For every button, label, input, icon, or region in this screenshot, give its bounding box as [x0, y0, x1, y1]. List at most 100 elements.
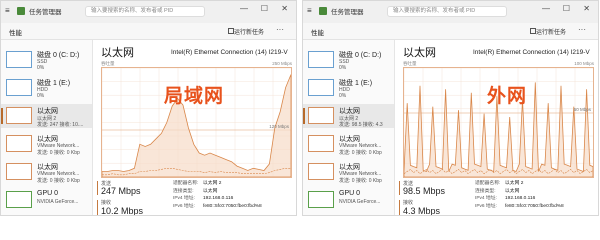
- sidebar-thumbnail: [6, 163, 32, 180]
- receive-label: 接收: [403, 200, 414, 206]
- property-key: IPv4 地址:: [475, 196, 497, 202]
- sidebar-thumbnail: [308, 135, 334, 152]
- sidebar-item-disk[interactable]: 磁盘 1 (E:) HDD 0%: [1, 76, 92, 100]
- sidebar-item-subtitle: NVIDIA GeForce...: [37, 199, 79, 205]
- hamburger-menu-icon[interactable]: ≡: [5, 6, 10, 15]
- toolbar: 性能 运行新任务 ···: [303, 23, 598, 40]
- section-title: 性能: [311, 30, 324, 37]
- graph-mid-label: 50 Mbps: [573, 107, 591, 112]
- throughput-graph: 120 Mbps 局域网: [101, 67, 292, 178]
- property-row: IPv4 地址: 192.168.0.116: [173, 195, 262, 203]
- run-new-task-button[interactable]: 运行新任务: [536, 27, 566, 36]
- sidebar-thumbnail: [6, 107, 32, 124]
- task-manager-window-internet: ≡ 任务管理器 输入要搜索的名称、发布者或 PID — ☐ ✕ 性能 运行新任务…: [302, 0, 599, 216]
- search-input[interactable]: 输入要搜索的名称、发布者或 PID: [85, 6, 205, 17]
- property-value: fe80::5fc0:7050:fbe0:fbd%8: [505, 203, 564, 209]
- sidebar-thumbnail: [6, 51, 32, 68]
- sidebar-item-disk[interactable]: 磁盘 0 (C: D:) SSD 0%: [303, 48, 394, 72]
- sidebar-thumbnail: [6, 79, 32, 96]
- sidebar-item-value: 0%: [37, 93, 45, 99]
- property-row: IPv6 地址: fe80::5fc0:7050:fbe0:fbd%8: [475, 203, 564, 211]
- more-options-button[interactable]: ···: [578, 25, 586, 34]
- maximize-button[interactable]: ☐: [563, 4, 570, 13]
- sidebar-thumbnail: [308, 51, 334, 68]
- property-value: 192.168.0.116: [203, 196, 234, 202]
- sidebar-item-value: 发送: 0 接收: 0 Kbp: [37, 150, 80, 156]
- sidebar-item-eth[interactable]: 以太网 以太网 2 发送: 247 接收: 10....: [1, 104, 92, 128]
- sidebar-item-value: 0%: [339, 93, 347, 99]
- search-input[interactable]: 输入要搜索的名称、发布者或 PID: [387, 6, 507, 17]
- hamburger-menu-icon[interactable]: ≡: [307, 6, 312, 15]
- more-options-button[interactable]: ···: [276, 25, 284, 34]
- run-new-task-button[interactable]: 运行新任务: [234, 27, 264, 36]
- adapter-properties: 适配器名称: 以太网 2 连接类型: 以太网 IPv4 地址: 192.168.0.116…: [475, 180, 564, 210]
- sidebar-item-eth2[interactable]: 以太网 VMware Network... 发送: 0 接收: 0 Kbp: [1, 160, 92, 184]
- sidebar-item-value: 发送: 0 接收: 0 Kbp: [339, 150, 382, 156]
- toolbar: 性能 运行新任务 ···: [1, 23, 296, 40]
- property-row: IPv6 地址: fe80::5fc0:7050:fbe0:fbd%8: [173, 203, 262, 211]
- property-key: 连接类型:: [173, 188, 194, 194]
- sidebar-item-gpu[interactable]: GPU 0 NVIDIA GeForce...: [303, 188, 394, 212]
- receive-legend-line: [97, 200, 98, 215]
- sidebar-item-disk[interactable]: 磁盘 1 (E:) HDD 0%: [303, 76, 394, 100]
- sidebar-item-value: 发送: 98.5 接收: 4.3: [339, 122, 383, 128]
- receive-value: 10.2 Mbps: [101, 206, 144, 216]
- receive-label: 接收: [101, 200, 112, 206]
- section-title: 性能: [9, 30, 22, 37]
- adapter-properties: 适配器名称: 以太网 2 连接类型: 以太网 IPv4 地址: 192.168.0.116…: [173, 180, 262, 210]
- minimize-button[interactable]: —: [240, 4, 248, 13]
- sidebar-item-title: GPU 0: [339, 190, 361, 197]
- send-value: 247 Mbps: [101, 186, 141, 196]
- sidebar-thumbnail: [6, 135, 32, 152]
- sidebar-item-value: 发送: 0 接收: 0 Kbp: [37, 178, 80, 184]
- sidebar-item-gpu[interactable]: GPU 0 NVIDIA GeForce...: [1, 188, 92, 212]
- sidebar-item-title: GPU 0: [37, 190, 59, 197]
- property-value: 以太网: [203, 188, 218, 194]
- performance-detail: 以太网 Intel(R) Ethernet Connection (14) I2…: [93, 40, 296, 216]
- property-value: 192.168.0.116: [505, 196, 536, 202]
- sidebar-item-value: 发送: 247 接收: 10....: [37, 122, 84, 128]
- sidebar-item-eth2[interactable]: 以太网 VMware Network... 发送: 0 接收: 0 Kbp: [303, 132, 394, 156]
- graph-max-label: 100 Mbps: [574, 61, 594, 66]
- maximize-button[interactable]: ☐: [261, 4, 268, 13]
- sidebar-thumbnail: [308, 107, 334, 124]
- overlay-caption: 外网: [487, 86, 528, 107]
- minimize-button[interactable]: —: [542, 4, 550, 13]
- property-key: 连接类型:: [475, 188, 496, 194]
- send-legend-line: [399, 181, 400, 195]
- property-value: fe80::5fc0:7050:fbe0:fbd%8: [203, 203, 262, 209]
- property-row: 适配器名称: 以太网 2: [475, 180, 564, 188]
- task-manager-app-icon: [17, 7, 25, 15]
- sidebar-thumbnail: [6, 191, 32, 208]
- sidebar-item-value: 0%: [37, 65, 45, 71]
- adapter-name: Intel(R) Ethernet Connection (14) I219-V: [171, 49, 288, 56]
- property-row: 适配器名称: 以太网 2: [173, 180, 262, 188]
- performance-detail: 以太网 Intel(R) Ethernet Connection (14) I2…: [395, 40, 598, 215]
- title-bar: ≡ 任务管理器 输入要搜索的名称、发布者或 PID — ☐ ✕: [303, 1, 598, 23]
- property-value: 以太网 2: [203, 181, 222, 186]
- receive-legend-line: [399, 200, 400, 215]
- sidebar-item-eth2[interactable]: 以太网 VMware Network... 发送: 0 接收: 0 Kbp: [1, 132, 92, 156]
- property-value: 以太网: [505, 188, 520, 194]
- page-title: 以太网: [101, 47, 134, 59]
- graph-max-label: 250 Mbps: [272, 61, 292, 66]
- graph-mid-label: 120 Mbps: [269, 124, 289, 129]
- property-key: IPv4 地址:: [173, 196, 195, 202]
- close-button[interactable]: ✕: [583, 4, 590, 13]
- sidebar-thumbnail: [308, 191, 334, 208]
- sidebar-item-disk[interactable]: 磁盘 0 (C: D:) SSD 0%: [1, 48, 92, 72]
- close-button[interactable]: ✕: [281, 4, 288, 13]
- adapter-name: Intel(R) Ethernet Connection (14) I219-V: [473, 49, 590, 56]
- property-value: 以太网 2: [505, 181, 524, 186]
- send-legend-line: [97, 181, 98, 195]
- property-key: IPv6 地址:: [475, 203, 497, 209]
- page-title: 以太网: [403, 47, 436, 59]
- sidebar-item-subtitle: NVIDIA GeForce...: [339, 199, 381, 205]
- sidebar-item-eth[interactable]: 以太网 以太网 2 发送: 98.5 接收: 4.3: [303, 104, 394, 128]
- send-value: 98.5 Mbps: [403, 186, 446, 196]
- sidebar-item-eth2[interactable]: 以太网 VMware Network... 发送: 0 接收: 0 Kbp: [303, 160, 394, 184]
- property-row: IPv4 地址: 192.168.0.116: [475, 195, 564, 203]
- property-key: 适配器名称:: [173, 181, 199, 186]
- throughput-graph: 50 Mbps 外网: [403, 67, 594, 178]
- task-manager-window-lan: ≡ 任务管理器 输入要搜索的名称、发布者或 PID — ☐ ✕ 性能 运行新任务…: [0, 0, 297, 216]
